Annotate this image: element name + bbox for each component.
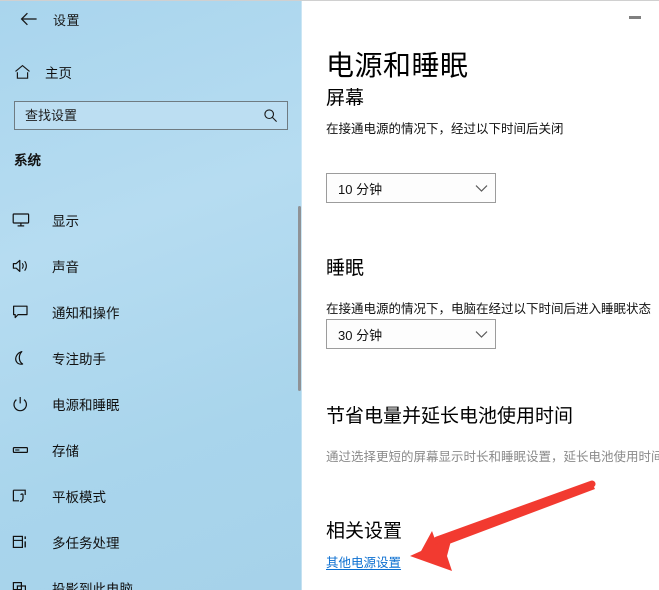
screen-timeout-dropdown[interactable]: 10 分钟 [326,173,496,203]
project-to-pc-icon [12,580,34,590]
sidebar-item-display-label: 显示 [52,214,79,229]
sidebar-item-tablet-mode-label: 平板模式 [52,490,106,505]
title-bar: 设置 [0,1,302,39]
search-input[interactable] [15,102,257,129]
sidebar-item-power-and-sleep[interactable]: 电源和睡眠 [0,381,302,427]
minimize-icon [629,15,641,19]
sidebar-item-focus-assist[interactable]: 专注助手 [0,335,302,381]
settings-window: 设置 主页 系统 [0,0,659,590]
monitor-icon [12,212,34,228]
sleep-timeout-dropdown[interactable]: 30 分钟 [326,319,496,349]
battery-section-heading: 节省电量并延长电池使用时间 [326,406,574,427]
tablet-mode-icon [12,488,34,504]
page-title: 电源和睡眠 [326,50,469,81]
sidebar-item-multitasking[interactable]: 多任务处理 [0,519,302,565]
sidebar: 设置 主页 系统 [0,1,302,590]
sidebar-item-notifications[interactable]: 通知和操作 [0,289,302,335]
other-power-settings-link[interactable]: 其他电源设置 [326,552,401,571]
sidebar-nav: 显示 声音 通知和操作 专注助手 电源和睡眠 存储 平板模式 多任务处理 投影到… [0,197,302,590]
sidebar-item-focus-assist-label: 专注助手 [52,352,106,367]
storage-icon [12,442,34,458]
power-icon [12,396,34,412]
window-title: 设置 [53,13,81,28]
back-button[interactable] [12,9,46,33]
notification-icon [12,304,34,320]
sidebar-item-project-to-pc-label: 投影到此电脑 [52,582,133,590]
sidebar-item-sound[interactable]: 声音 [0,243,302,289]
sidebar-item-home[interactable]: 主页 [0,57,302,87]
sidebar-item-sound-label: 声音 [52,260,79,275]
sidebar-group-title: 系统 [14,153,41,168]
sleep-section-heading: 睡眠 [326,258,365,279]
screen-timeout-value: 10 分钟 [338,181,383,197]
sleep-section-description: 在接通电源的情况下，电脑在经过以下时间后进入睡眠状态 [326,302,652,316]
related-settings-heading: 相关设置 [326,521,403,542]
battery-section-description: 通过选择更短的屏幕显示时长和睡眠设置，延长电池使用时间 [326,450,659,464]
sidebar-item-power-and-sleep-label: 电源和睡眠 [52,398,120,413]
sidebar-item-storage-label: 存储 [52,444,79,459]
screen-section-heading: 屏幕 [326,88,365,109]
sleep-timeout-value: 30 分钟 [338,327,383,343]
moon-icon [12,350,34,366]
back-arrow-icon [20,12,38,31]
sidebar-item-notifications-label: 通知和操作 [52,306,120,321]
chevron-down-icon [467,184,495,193]
sidebar-item-project-to-pc[interactable]: 投影到此电脑 [0,565,302,590]
search-box[interactable] [14,101,288,130]
sidebar-item-home-label: 主页 [45,66,72,81]
sidebar-item-storage[interactable]: 存储 [0,427,302,473]
sidebar-item-multitasking-label: 多任务处理 [52,536,120,551]
chevron-down-icon [467,330,495,339]
multitasking-icon [12,534,34,550]
search-icon[interactable] [257,102,287,129]
sidebar-item-tablet-mode[interactable]: 平板模式 [0,473,302,519]
home-icon [13,63,31,81]
minimize-button[interactable] [612,2,658,32]
main-content: 电源和睡眠 屏幕 在接通电源的情况下，经过以下时间后关闭 10 分钟 睡眠 在接… [302,1,659,590]
speaker-icon [12,258,34,274]
sidebar-item-display[interactable]: 显示 [0,197,302,243]
screen-section-description: 在接通电源的情况下，经过以下时间后关闭 [326,122,564,136]
